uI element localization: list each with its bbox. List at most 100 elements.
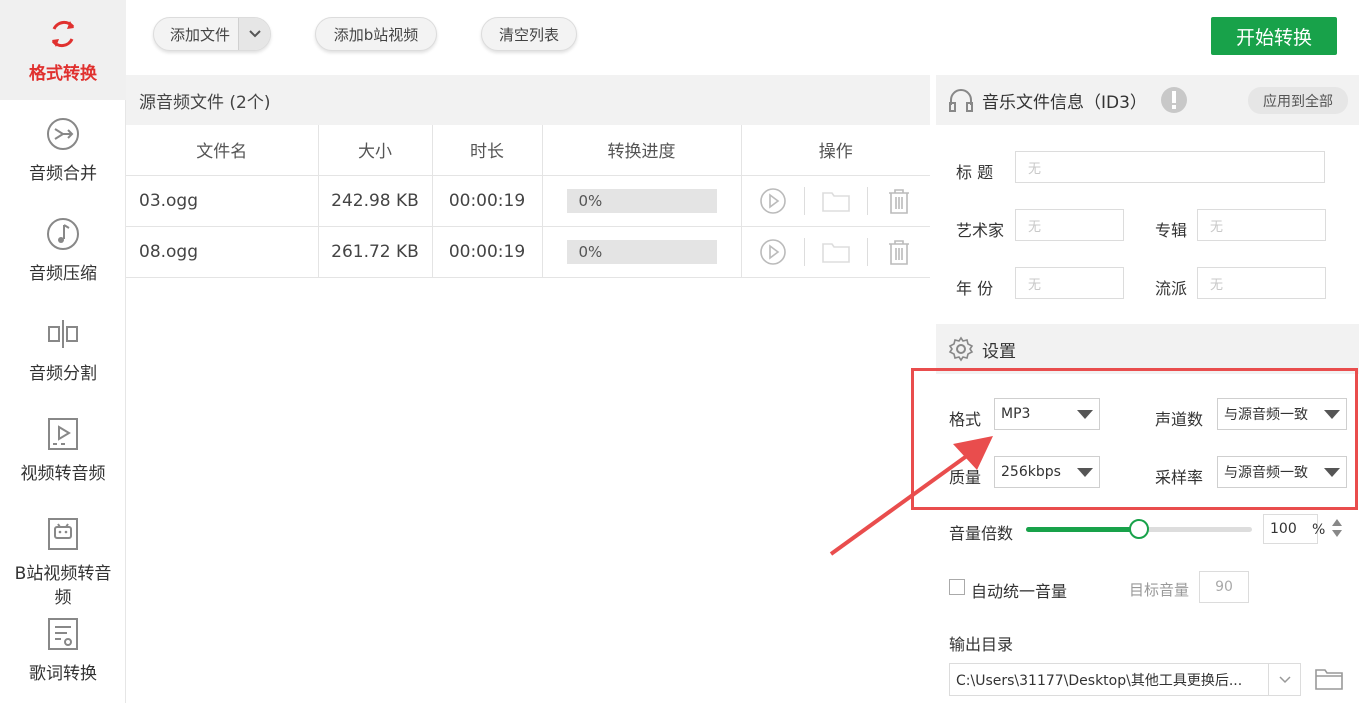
sidebar-item-video-to-audio[interactable]: 视频转音频 — [0, 400, 126, 500]
progress-text: 0% — [578, 242, 603, 261]
output-label: 输出目录 — [949, 635, 1014, 654]
annotation-arrow-icon — [829, 436, 993, 556]
volume-slider-thumb[interactable] — [1129, 519, 1149, 539]
sidebar-item-bilibili-to-audio[interactable]: B站视频转音频 — [0, 500, 126, 610]
folder-icon[interactable] — [805, 237, 867, 267]
add-bilibili-button[interactable]: 添加b站视频 — [315, 17, 437, 51]
year-field[interactable]: 无 — [1015, 267, 1124, 299]
trash-icon[interactable] — [868, 186, 930, 216]
table-row[interactable]: 08.ogg 261.72 KB 00:00:19 0% — [126, 226, 930, 278]
progress-cell: 0% — [542, 226, 742, 278]
file-name-cell: 08.ogg — [126, 226, 319, 278]
column-header-duration: 时长 — [432, 125, 543, 176]
file-name-cell: 03.ogg — [126, 175, 319, 227]
column-header-progress: 转换进度 — [542, 125, 742, 176]
album-label: 专辑 — [1155, 221, 1188, 240]
lyrics-icon — [43, 614, 83, 654]
auto-volume-checkbox[interactable] — [949, 579, 965, 595]
output-path-field[interactable]: C:\Users\31177\Desktop\其他工具更换后... — [949, 663, 1301, 696]
file-table: 文件名 大小 时长 转换进度 操作 03.ogg 242.98 KB 00:00… — [126, 125, 930, 278]
column-header-size: 大小 — [318, 125, 433, 176]
sidebar-item-lyrics-convert[interactable]: 歌词转换 — [0, 600, 126, 700]
column-header-name: 文件名 — [126, 125, 319, 176]
title-field[interactable]: 无 — [1015, 151, 1325, 183]
auto-volume-label: 自动统一音量 — [971, 582, 1068, 601]
actions-cell — [741, 226, 930, 278]
volume-slider[interactable] — [1026, 519, 1252, 539]
progress-bar: 0% — [566, 188, 717, 213]
target-volume-label: 目标音量 — [1129, 581, 1190, 599]
title-placeholder: 无 — [1028, 161, 1042, 177]
bilibili-icon — [43, 514, 83, 554]
music-note-icon — [43, 214, 83, 254]
sidebar: 格式转换 音频合并 音频压缩 音频分割 视频转音频 B站视频转音频 歌词转换 — [0, 0, 126, 703]
sidebar-item-audio-merge[interactable]: 音频合并 — [0, 100, 126, 200]
file-panel-header: 源音频文件 (2个) — [126, 75, 930, 125]
actions-cell — [741, 175, 930, 227]
sidebar-item-audio-compress[interactable]: 音频压缩 — [0, 200, 126, 300]
column-header-actions: 操作 — [741, 125, 930, 176]
table-header-row: 文件名 大小 时长 转换进度 操作 — [126, 125, 930, 176]
chevron-down-icon[interactable] — [1268, 663, 1301, 696]
add-file-label: 添加文件 — [170, 25, 231, 44]
chevron-down-icon[interactable] — [238, 18, 270, 50]
file-panel: 源音频文件 (2个) 文件名 大小 时长 转换进度 操作 03.ogg 242.… — [126, 75, 930, 703]
target-volume-value: 90 — [1215, 579, 1233, 595]
clear-list-button[interactable]: 清空列表 — [481, 17, 577, 51]
add-bilibili-label: 添加b站视频 — [333, 25, 419, 44]
sidebar-item-audio-split[interactable]: 音频分割 — [0, 300, 126, 400]
file-size-cell: 242.98 KB — [318, 175, 433, 227]
sidebar-item-label: 视频转音频 — [20, 464, 106, 484]
album-placeholder: 无 — [1210, 219, 1224, 235]
progress-cell: 0% — [542, 175, 742, 227]
trash-icon[interactable] — [868, 237, 930, 267]
artist-placeholder: 无 — [1028, 219, 1042, 235]
target-volume-input[interactable]: 90 — [1199, 571, 1249, 603]
progress-bar: 0% — [566, 239, 717, 264]
play-icon[interactable] — [742, 186, 804, 216]
refresh-icon — [43, 14, 83, 54]
genre-placeholder: 无 — [1210, 277, 1224, 293]
genre-label: 流派 — [1155, 279, 1188, 298]
apply-to-all-button[interactable]: 应用到全部 — [1248, 87, 1348, 114]
video-play-icon — [43, 414, 83, 454]
sidebar-item-label: 音频合并 — [29, 164, 97, 184]
apply-to-all-label: 应用到全部 — [1263, 93, 1333, 110]
folder-icon[interactable] — [805, 186, 867, 216]
artist-label: 艺术家 — [956, 221, 1005, 240]
output-path-value: C:\Users\31177\Desktop\其他工具更换后... — [956, 672, 1243, 689]
headphones-icon — [948, 87, 974, 113]
volume-value: 100 — [1270, 521, 1297, 537]
id3-header: 音乐文件信息（ID3） 应用到全部 — [936, 75, 1359, 125]
start-convert-button[interactable]: 开始转换 — [1211, 17, 1337, 55]
spinner-icon[interactable] — [1331, 516, 1343, 540]
warning-icon[interactable] — [1159, 85, 1189, 115]
split-icon — [43, 314, 83, 354]
sidebar-item-format-convert[interactable]: 格式转换 — [0, 0, 126, 100]
year-placeholder: 无 — [1028, 277, 1042, 293]
start-convert-label: 开始转换 — [1235, 26, 1312, 49]
folder-icon[interactable] — [1314, 665, 1344, 691]
add-file-button[interactable]: 添加文件 — [153, 17, 271, 51]
play-icon[interactable] — [742, 237, 804, 267]
settings-header: 设置 — [936, 324, 1359, 374]
file-size-cell: 261.72 KB — [318, 226, 433, 278]
sidebar-item-label: 歌词转换 — [29, 664, 97, 684]
gear-icon — [948, 336, 974, 362]
sidebar-item-label: 音频压缩 — [29, 264, 97, 284]
settings-title: 设置 — [982, 341, 1016, 362]
album-field[interactable]: 无 — [1197, 209, 1326, 241]
volume-unit: % — [1312, 522, 1326, 538]
volume-input[interactable]: 100 — [1263, 514, 1318, 544]
progress-text: 0% — [578, 191, 603, 210]
year-label: 年 份 — [956, 279, 994, 298]
file-duration-cell: 00:00:19 — [432, 175, 543, 227]
table-row[interactable]: 03.ogg 242.98 KB 00:00:19 0% — [126, 175, 930, 227]
merge-icon — [43, 114, 83, 154]
id3-title: 音乐文件信息（ID3） — [982, 92, 1147, 113]
artist-field[interactable]: 无 — [1015, 209, 1124, 241]
clear-list-label: 清空列表 — [498, 25, 559, 44]
genre-field[interactable]: 无 — [1197, 267, 1326, 299]
title-label: 标 题 — [956, 163, 994, 182]
volume-slider-fill — [1026, 527, 1139, 532]
